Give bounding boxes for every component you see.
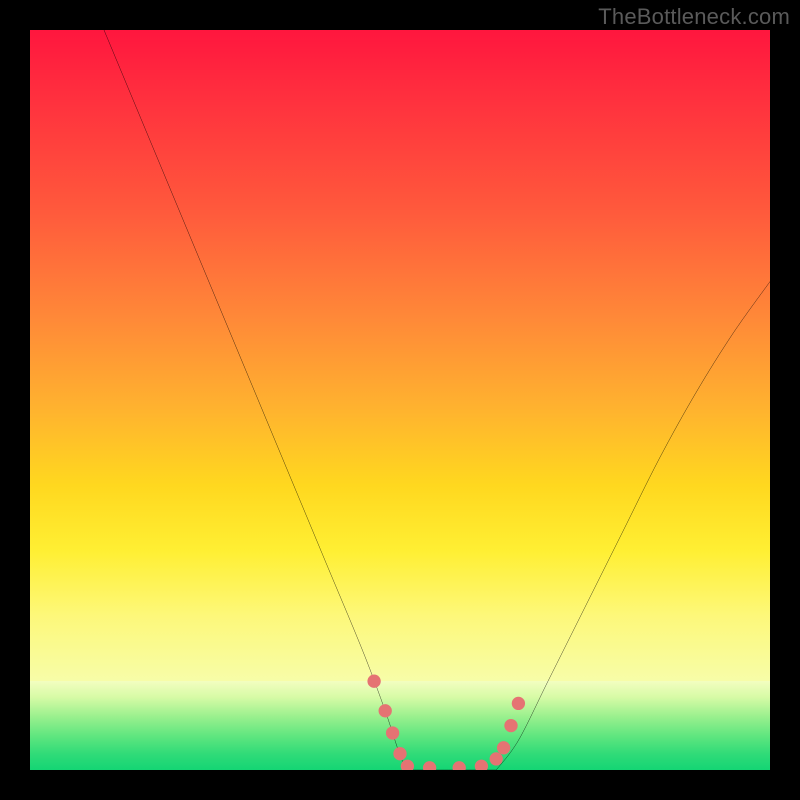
marker-dot (504, 719, 517, 732)
watermark-text: TheBottleneck.com (598, 4, 790, 30)
chart-frame: TheBottleneck.com (0, 0, 800, 800)
curve-left (104, 30, 407, 770)
marker-dot (401, 760, 414, 770)
marker-dot (453, 761, 466, 770)
marker-dot (512, 697, 525, 710)
marker-layer (367, 675, 525, 770)
marker-dot (379, 704, 392, 717)
marker-dot (423, 761, 436, 770)
marker-dot (475, 760, 488, 770)
marker-dot (367, 675, 380, 688)
curve-svg (30, 30, 770, 770)
series-left-branch (104, 30, 407, 770)
plot-area (30, 30, 770, 770)
marker-dot (490, 752, 503, 765)
marker-dot (393, 747, 406, 760)
marker-dot (497, 741, 510, 754)
marker-dot (386, 726, 399, 739)
curve-right (496, 282, 770, 770)
series-right-branch (496, 282, 770, 770)
